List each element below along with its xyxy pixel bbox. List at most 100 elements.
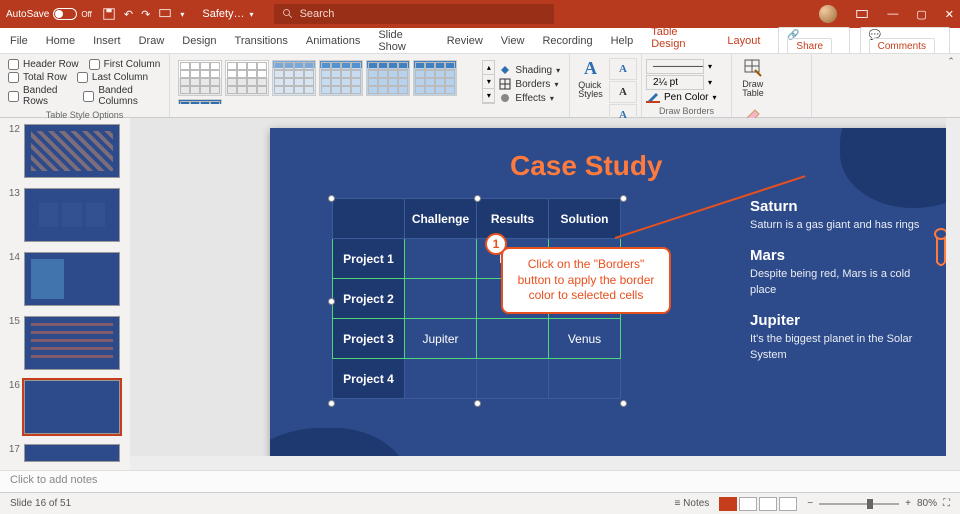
table-cell[interactable]	[405, 359, 477, 399]
zoom-out-icon[interactable]: −	[807, 498, 813, 509]
vertical-scrollbar[interactable]	[946, 118, 960, 470]
tab-recording[interactable]: Recording	[542, 35, 592, 47]
slide-counter[interactable]: Slide 16 of 51	[10, 498, 71, 509]
total-row-checkbox[interactable]: Total Row	[8, 72, 67, 83]
tab-review[interactable]: Review	[447, 35, 483, 47]
table-style-thumb[interactable]	[178, 60, 222, 96]
tab-insert[interactable]: Insert	[93, 35, 121, 47]
banded-columns-checkbox[interactable]: Banded Columns	[83, 85, 161, 107]
pen-style-dropdown[interactable]: —————▾	[646, 59, 727, 74]
tab-design[interactable]: Design	[182, 35, 216, 47]
table-cell[interactable]	[549, 359, 621, 399]
selection-handle[interactable]	[474, 195, 481, 202]
selection-handle[interactable]	[328, 400, 335, 407]
slide-canvas[interactable]: Case Study Challenge Results Solution Pr…	[130, 118, 960, 470]
selection-handle[interactable]	[620, 400, 627, 407]
notes-toggle[interactable]: ≡ Notes	[675, 498, 710, 509]
thumbnail-16[interactable]: 16	[6, 380, 124, 434]
slide-thumbnails[interactable]: 12 13 14 15 16 17	[0, 118, 130, 470]
document-title[interactable]: Safety… ▾	[202, 8, 253, 20]
maximize-icon[interactable]: ▢	[916, 8, 926, 21]
tab-slideshow[interactable]: Slide Show	[378, 29, 428, 53]
tab-file[interactable]: File	[10, 35, 28, 47]
gallery-scroll[interactable]: ▴▾▾	[482, 60, 495, 104]
table-header[interactable]	[333, 199, 405, 239]
last-column-checkbox[interactable]: Last Column	[77, 72, 148, 83]
selection-handle[interactable]	[620, 195, 627, 202]
table-header[interactable]: Results	[477, 199, 549, 239]
quick-styles-button[interactable]: A Quick Styles	[574, 58, 607, 126]
close-icon[interactable]: ✕	[945, 8, 954, 21]
pen-weight-dropdown[interactable]: 2¼ pt▾	[646, 75, 727, 90]
selection-handle[interactable]	[474, 400, 481, 407]
reading-view-button[interactable]	[759, 497, 777, 511]
user-avatar[interactable]	[819, 5, 837, 23]
tab-help[interactable]: Help	[611, 35, 634, 47]
table-cell[interactable]: Venus	[549, 319, 621, 359]
slide-title[interactable]: Case Study	[510, 150, 663, 182]
table-cell[interactable]	[405, 239, 477, 279]
tab-draw[interactable]: Draw	[139, 35, 165, 47]
effects-button[interactable]: Effects ▾	[499, 92, 561, 104]
thumbnail-13[interactable]: 13	[6, 188, 124, 242]
slideshow-view-button[interactable]	[779, 497, 797, 511]
thumbnail-12[interactable]: 12	[6, 124, 124, 178]
start-from-beginning-icon[interactable]	[158, 7, 172, 21]
tab-animations[interactable]: Animations	[306, 35, 360, 47]
zoom-control[interactable]: − + 80% ⛶	[807, 498, 950, 509]
table-cell[interactable]: Project 1	[333, 239, 405, 279]
search-input[interactable]: Search	[274, 4, 554, 24]
tab-transitions[interactable]: Transitions	[235, 35, 288, 47]
zoom-value[interactable]: 80%	[917, 498, 937, 509]
ribbon-display-icon[interactable]	[855, 7, 869, 21]
table-cell[interactable]: Project 3	[333, 319, 405, 359]
shading-button[interactable]: Shading ▾	[499, 64, 561, 76]
first-column-checkbox[interactable]: First Column	[89, 59, 161, 70]
fit-to-window-icon[interactable]: ⛶	[943, 498, 950, 509]
table-cell[interactable]: Project 2	[333, 279, 405, 319]
collapse-ribbon-icon[interactable]: ⌃	[944, 56, 958, 70]
comments-button[interactable]: 💬 Comments	[860, 27, 950, 55]
banded-rows-checkbox[interactable]: Banded Rows	[8, 85, 73, 107]
slide-sidebar-text[interactable]: Saturn Saturn is a gas giant and has rin…	[750, 198, 930, 377]
table-cell[interactable]	[405, 279, 477, 319]
normal-view-button[interactable]	[719, 497, 737, 511]
tab-table-design[interactable]: Table Design	[651, 26, 709, 56]
minimize-icon[interactable]: —	[887, 8, 898, 20]
qat-dropdown-icon[interactable]: ▾	[180, 10, 184, 19]
thumbnail-15[interactable]: 15	[6, 316, 124, 370]
selection-handle[interactable]	[328, 298, 335, 305]
table-style-thumb[interactable]	[272, 60, 316, 96]
draw-table-button[interactable]: Draw Table	[736, 58, 770, 98]
table-styles-gallery[interactable]	[178, 60, 482, 104]
zoom-in-icon[interactable]: +	[905, 498, 911, 509]
text-outline-button[interactable]: A	[609, 81, 637, 103]
borders-button[interactable]: Borders ▾	[499, 78, 561, 90]
text-fill-button[interactable]: A	[609, 58, 637, 80]
tab-layout[interactable]: Layout	[727, 35, 760, 47]
redo-icon[interactable]: ↷	[141, 8, 150, 21]
autosave-toggle[interactable]	[53, 8, 77, 20]
thumbnail-14[interactable]: 14	[6, 252, 124, 306]
table-style-thumb[interactable]	[225, 60, 269, 96]
table-cell[interactable]: Jupiter	[405, 319, 477, 359]
tab-home[interactable]: Home	[46, 35, 75, 47]
sorter-view-button[interactable]	[739, 497, 757, 511]
table-cell[interactable]: Project 4	[333, 359, 405, 399]
table-cell[interactable]	[477, 319, 549, 359]
horizontal-scrollbar[interactable]	[130, 456, 946, 470]
table-style-thumb[interactable]	[178, 99, 222, 104]
table-style-thumb[interactable]	[413, 60, 457, 96]
table-style-thumb[interactable]	[366, 60, 410, 96]
thumbnail-17[interactable]: 17	[6, 444, 124, 462]
share-button[interactable]: 🔗 Share	[778, 27, 849, 55]
pen-color-button[interactable]: Pen Color▾	[646, 91, 727, 103]
table-header[interactable]: Challenge	[405, 199, 477, 239]
save-icon[interactable]	[102, 7, 116, 21]
selection-handle[interactable]	[328, 195, 335, 202]
notes-pane[interactable]: Click to add notes	[0, 470, 960, 492]
tab-view[interactable]: View	[501, 35, 525, 47]
table-header[interactable]: Solution	[549, 199, 621, 239]
autosave[interactable]: AutoSave Off	[6, 8, 92, 20]
header-row-checkbox[interactable]: Header Row	[8, 59, 79, 70]
